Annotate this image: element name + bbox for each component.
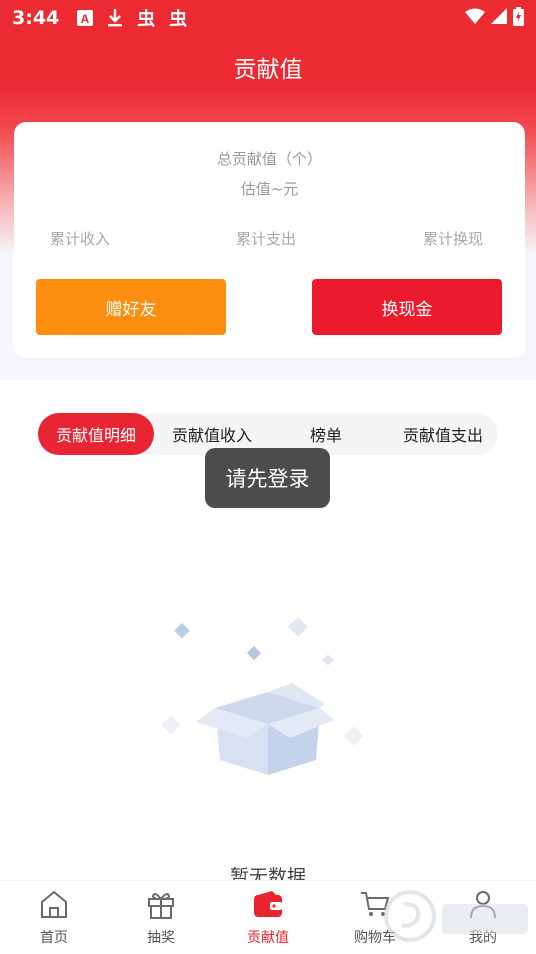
svg-text:A: A: [81, 12, 90, 26]
site-watermark-logo: [380, 886, 536, 950]
nav-lottery[interactable]: 抽奖: [121, 889, 201, 947]
cumulative-exchange-label: 累计换现: [423, 230, 484, 248]
contribution-summary-card: 总贡献值（个） 估值~元 累计收入 累计支出 累计换现 赠好友 换现金: [14, 122, 525, 358]
wifi-icon: [465, 8, 485, 28]
empty-box-illustration: [120, 610, 420, 860]
gift-to-friend-button[interactable]: 赠好友: [36, 279, 226, 335]
login-toast: 请先登录: [205, 448, 330, 508]
empty-state-text: 暂无数据: [229, 866, 306, 882]
status-bar: 3:44 A 虫 虫: [0, 0, 536, 36]
nav-home[interactable]: 首页: [14, 889, 94, 947]
nav-contribution-label: 贡献值: [247, 930, 289, 946]
notification-icons: A 虫 虫: [77, 5, 187, 31]
gift-icon: [145, 889, 177, 923]
bug-icon: 虫: [137, 9, 156, 30]
tab-contribution-detail[interactable]: 贡献值明细: [38, 413, 154, 455]
estimated-value-label: 估值~元: [240, 180, 299, 198]
battery-charging-icon: [513, 6, 524, 30]
font-app-icon: A: [77, 10, 94, 26]
signal-icon: [491, 8, 507, 28]
bug-icon: 虫: [169, 9, 188, 30]
home-icon: [38, 889, 70, 923]
download-icon: [107, 9, 123, 27]
nav-home-label: 首页: [40, 930, 68, 946]
cumulative-income-label: 累计收入: [50, 230, 111, 248]
exchange-cash-button[interactable]: 换现金: [312, 279, 502, 335]
tab-contribution-expense[interactable]: 贡献值支出: [390, 413, 496, 455]
cumulative-expense-label: 累计支出: [236, 230, 297, 248]
nav-contribution[interactable]: 贡献值: [228, 889, 308, 947]
page-title: 贡献值: [233, 57, 303, 83]
wallet-icon: [252, 889, 284, 923]
total-contribution-label: 总贡献值（个）: [216, 150, 322, 168]
status-time: 3:44: [12, 7, 60, 29]
nav-lottery-label: 抽奖: [147, 930, 175, 946]
system-icons: [465, 6, 524, 30]
